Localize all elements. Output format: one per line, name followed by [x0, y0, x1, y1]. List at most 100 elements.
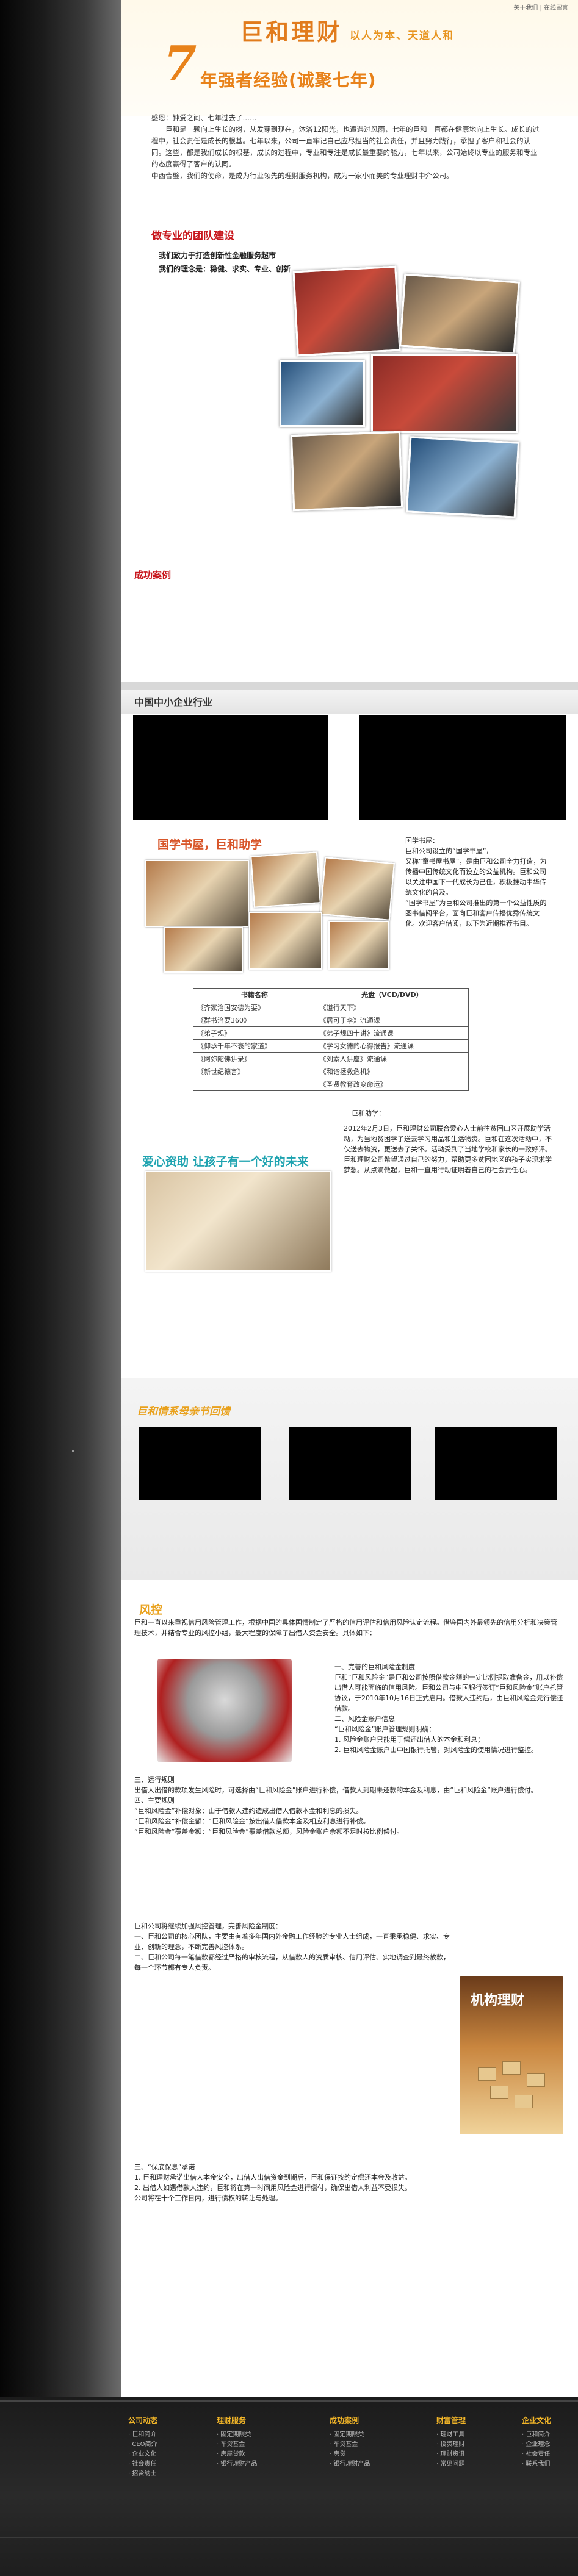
table-row: 《新世纪德言》 《和谐拯救危机》: [193, 1065, 469, 1078]
footer-link[interactable]: 理财工具: [436, 2430, 522, 2440]
guoxue-line: 国学书屋：: [405, 837, 439, 845]
risk-title: 风控: [139, 1603, 163, 1617]
bookroom-photo: [328, 921, 389, 970]
disc-cell: 《和谐拯救危机》: [315, 1065, 469, 1078]
guoxue-line: “国学书屋”为巨和公司推出的第一个公益性质的图书借阅平台，面向巨和客户传播优秀传…: [405, 899, 547, 928]
disc-cell: 《弟子规四十讲》流通课: [315, 1026, 469, 1040]
column-header: 光盘（VCD/DVD）: [315, 988, 469, 1001]
video-player[interactable]: [359, 715, 566, 820]
footer-link[interactable]: 固定期限类: [330, 2430, 415, 2440]
footer-column-title[interactable]: 财富管理: [436, 2415, 522, 2425]
company-logo: 巨和理财: [240, 18, 343, 46]
footer-link[interactable]: 理财资讯: [436, 2450, 522, 2460]
book-cell: 《齐家治国安德为要》: [193, 1001, 316, 1014]
success-cases-title: 成功案例: [134, 570, 172, 581]
video-player[interactable]: [289, 1427, 411, 1500]
book-cell: 《新世纪德言》: [193, 1065, 316, 1078]
footer-link[interactable]: 银行理财产品: [217, 2460, 302, 2469]
footer-link[interactable]: 巨和简介: [128, 2430, 214, 2440]
table-row: 《群书治要360》 《居可于李》流通课: [193, 1014, 469, 1027]
video-player[interactable]: [435, 1427, 557, 1500]
footer-link[interactable]: 车贷基金: [330, 2440, 415, 2450]
footer-column: 财富管理 理财工具 投资理财 理财资讯 常见问题: [436, 2415, 522, 2469]
intro-paragraph: 巨和是一颗向上生长的树，从发芽到现在，沐浴12阳光，也遭遇过风雨，七年的巨和一直…: [151, 125, 540, 168]
guoxue-photo-collage: [145, 851, 396, 976]
footer-link[interactable]: 企业理念: [522, 2440, 577, 2450]
anniversary-title: 年强者经验(诚聚七年): [200, 70, 377, 90]
institution-finance-banner[interactable]: 机构理财: [460, 1976, 563, 2134]
banner-title: 机构理财: [471, 1992, 525, 2008]
banner-block: [490, 2086, 508, 2099]
page-footer: 公司动态 巨和简介 CEO简介 企业文化 社会责任 招贤纳士 理财服务 固定期限…: [0, 2397, 578, 2576]
footer-link[interactable]: 招贤纳士: [128, 2469, 214, 2479]
footer-link[interactable]: 社会责任: [522, 2450, 577, 2460]
team-photo: [290, 431, 403, 512]
disc-cell: 《居可于李》流通课: [315, 1014, 469, 1027]
sme-section-title: 中国中小企业行业: [134, 696, 213, 708]
risk-rules-text: 三、运行规则 出借人出借的款项发生风险时，可选择由“巨和风险金”账户进行补偿，借…: [134, 1776, 538, 1836]
bookroom-photo: [320, 857, 395, 921]
help-label: 巨和助学：: [352, 1109, 385, 1117]
book-cell: [193, 1078, 316, 1091]
video-player[interactable]: [133, 715, 328, 820]
help-description: 2012年2月3日，巨和理财公司联合爱心人士前往贫困山区开展助学活动，为当地贫困…: [344, 1125, 552, 1174]
seven-numeral: 7: [164, 36, 197, 91]
footer-column-title[interactable]: 公司动态: [128, 2415, 214, 2425]
table-row: 《齐家治国安德为要》 《道行天下》: [193, 1001, 469, 1014]
footer-column-title[interactable]: 成功案例: [330, 2415, 415, 2425]
footer-link[interactable]: 车贷基金: [217, 2440, 302, 2450]
guoxue-description: 国学书屋： 巨和公司设立的“国学书屋”， 又称“童书屋书屋”，是由巨和公司全力打…: [405, 835, 552, 929]
team-photo: [371, 354, 518, 433]
decorative-dot: [72, 1450, 74, 1452]
book-cell: 《仰承千年不衰的家道》: [193, 1039, 316, 1053]
footer-link[interactable]: 联系我们: [522, 2460, 577, 2469]
motto: 我们致力于打造创新性金融服务超市 我们的理念是：稳健、求实、专业、创新: [159, 249, 291, 276]
help-photo: [145, 1171, 331, 1272]
guoxue-title: 国学书屋，巨和助学: [157, 838, 262, 851]
table-row: 《圣贤教育改变命运》: [193, 1078, 469, 1091]
section-divider: [121, 682, 578, 690]
video-player[interactable]: [139, 1427, 261, 1500]
team-photo-collage: [280, 265, 536, 537]
banner-block: [527, 2073, 545, 2087]
help-title: 爱心资助 让孩子有一个好的未来: [142, 1155, 309, 1168]
guoxue-line: 巨和公司设立的“国学书屋”，: [405, 847, 493, 855]
book-cell: 《阿弥陀佛讲录》: [193, 1052, 316, 1065]
table-row: 《仰承千年不衰的家道》 《学习女德的心得报告》流通课: [193, 1039, 469, 1053]
column-header: 书籍名称: [193, 988, 316, 1001]
disc-cell: 《刘素人讲座》流通课: [315, 1052, 469, 1065]
banner-block: [478, 2067, 496, 2081]
sme-video-row: [121, 715, 578, 831]
footer-link[interactable]: 固定期限类: [217, 2430, 302, 2440]
risk-management-text: 巨和公司将继续加强风控管理，完善风险金制度： 一、巨和公司的核心团队，主要由有着…: [134, 1922, 450, 1972]
footer-column-title[interactable]: 理财服务: [217, 2415, 302, 2425]
footer-link[interactable]: 投资理财: [436, 2440, 522, 2450]
footer-divider: [0, 2537, 578, 2538]
risk-fund-text: 一、完善的巨和风险金制度 巨和“巨和风险金”是巨和公司按照借款金额的一定比例提取…: [334, 1663, 563, 1754]
footer-link[interactable]: CEO简介: [128, 2440, 214, 2450]
footer-column: 企业文化 巨和简介 企业理念 社会责任 联系我们: [522, 2415, 577, 2469]
footer-column: 公司动态 巨和简介 CEO简介 企业文化 社会责任 招贤纳士: [128, 2415, 214, 2479]
footer-link[interactable]: 银行理财产品: [330, 2460, 415, 2469]
footer-link[interactable]: 企业文化: [128, 2450, 214, 2460]
intro-paragraph: 中西合璧，我们的使命，是成为行业领先的理财服务机构，成为一家小而美的专业理财中介…: [151, 171, 453, 180]
motto-line: 我们的理念是：稳健、求实、专业、创新: [159, 265, 291, 273]
footer-link[interactable]: 巨和简介: [522, 2430, 577, 2440]
main-content: 关于我们 | 在线留言 巨和理财 以人为本、天道人和 7 年强者经验(诚聚七年)…: [121, 0, 578, 2397]
top-links[interactable]: 关于我们 | 在线留言: [513, 2, 568, 12]
disc-cell: 《圣贤教育改变命运》: [315, 1078, 469, 1091]
footer-link[interactable]: 社会责任: [128, 2460, 214, 2469]
disc-cell: 《学习女德的心得报告》流通课: [315, 1039, 469, 1053]
book-cell: 《群书治要360》: [193, 1014, 316, 1027]
footer-column-title[interactable]: 企业文化: [522, 2415, 577, 2425]
risk-intro: 巨和一直以来重视信用风险管理工作，根据中国的具体国情制定了严格的信用评估和信用风…: [134, 1619, 557, 1637]
banner-block: [515, 2095, 533, 2108]
table-header-row: 书籍名称 光盘（VCD/DVD）: [193, 988, 469, 1001]
guarantee-text: 三、“保底保息”承诺 1. 巨和理财承诺出借人本金安全，出借人出借资金到期后，巨…: [134, 2163, 411, 2202]
page-header: 关于我们 | 在线留言 巨和理财 以人为本、天道人和 7 年强者经验(诚聚七年): [121, 0, 578, 116]
book-cell: 《弟子规》: [193, 1026, 316, 1040]
footer-link[interactable]: 常见问题: [436, 2460, 522, 2469]
bookroom-photo: [164, 927, 243, 973]
footer-link[interactable]: 房贷: [330, 2450, 415, 2460]
footer-link[interactable]: 房屋贷款: [217, 2450, 302, 2460]
